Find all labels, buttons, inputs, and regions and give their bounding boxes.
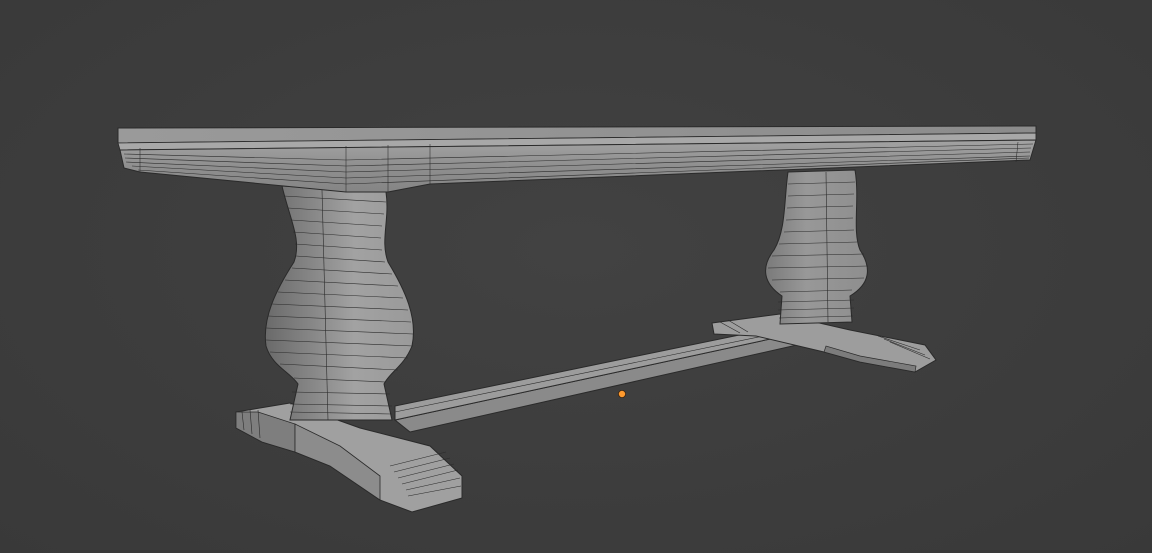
- object-origin-dot[interactable]: [618, 389, 627, 398]
- table-top[interactable]: [117, 125, 1037, 193]
- 3d-viewport[interactable]: trestle-table-mesh: [0, 0, 1152, 553]
- right-pedestal[interactable]: [765, 169, 869, 325]
- viewport-canvas[interactable]: [0, 0, 1152, 553]
- left-pedestal[interactable]: [264, 185, 414, 421]
